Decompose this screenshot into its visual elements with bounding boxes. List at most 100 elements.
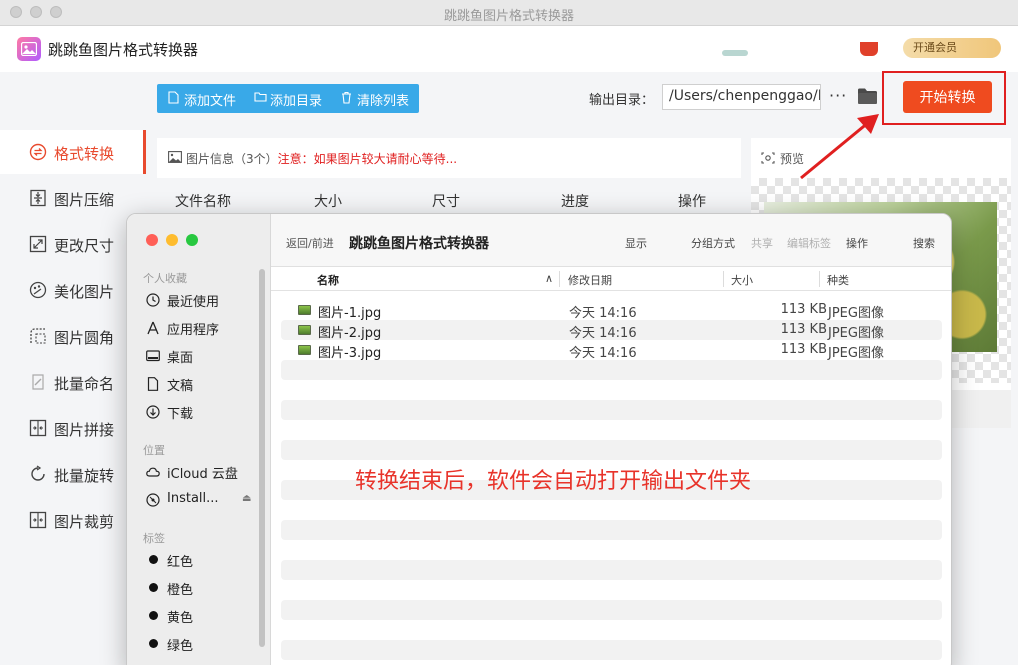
empty-row-stripe — [281, 520, 942, 540]
file-date: 今天 14:16 — [569, 306, 637, 321]
finder-item-applications[interactable]: 应用程序 — [146, 318, 261, 338]
edit-tags-button[interactable]: 编辑标签 — [787, 235, 831, 251]
finder-item-label: 桌面 — [167, 351, 194, 366]
resize-icon — [29, 235, 47, 253]
app-header: 跳跳鱼图片格式转换器 开通会员 — [0, 26, 1018, 72]
file-kind: JPEG图像 — [828, 326, 884, 341]
file-row[interactable]: 图片-1.jpg 今天 14:16 113 KB JPEG图像 — [281, 300, 942, 321]
column-date[interactable]: 修改日期 — [568, 272, 612, 288]
file-toolbar: 添加文件 添加目录 清除列表 — [157, 84, 419, 113]
window-title: 跳跳鱼图片格式转换器 — [443, 9, 574, 24]
finder-tag-yellow[interactable]: 黄色 — [146, 606, 261, 626]
search-button[interactable]: 搜索 — [913, 235, 935, 251]
finder-tag-green[interactable]: 绿色 — [146, 634, 261, 654]
empty-row-stripe — [281, 600, 942, 620]
file-kind: JPEG图像 — [828, 306, 884, 321]
group-by-button[interactable]: 分组方式 — [691, 235, 735, 251]
file-name: 图片-3.jpg — [318, 346, 382, 361]
file-date: 今天 14:16 — [569, 326, 637, 341]
folder-icon — [254, 92, 267, 102]
annotation-arrow-icon — [800, 114, 879, 180]
window-titlebar: 跳跳鱼图片格式转换器 — [0, 0, 1018, 26]
finder-sidebar: 个人收藏 最近使用 应用程序 桌面 文稿 下载 位置 iCloud 云盘 Ins… — [127, 214, 271, 665]
finder-item-label: 文稿 — [167, 379, 194, 394]
annotation-text: 转换结束后，软件会自动打开输出文件夹 — [355, 469, 752, 494]
finder-item-recents[interactable]: 最近使用 — [146, 290, 261, 310]
empty-row-stripe — [281, 560, 942, 580]
gift-icon[interactable] — [860, 42, 878, 56]
sidebar-item-round-corner[interactable]: 图片圆角 — [0, 314, 146, 358]
file-name: 图片-1.jpg — [318, 306, 382, 321]
finder-tag-orange[interactable]: 橙色 — [146, 578, 261, 598]
finder-minimize-icon[interactable] — [166, 234, 178, 246]
add-directory-button[interactable]: 添加目录 — [254, 90, 322, 109]
finder-item-install[interactable]: Install... ⏏ — [146, 490, 261, 510]
open-folder-icon[interactable] — [857, 87, 878, 109]
finder-sidebar-scrollbar[interactable] — [259, 269, 265, 647]
share-button[interactable]: 共享 — [751, 235, 773, 251]
file-name: 图片-2.jpg — [318, 326, 382, 341]
round-corner-icon — [30, 328, 46, 344]
file-size: 113 KB — [780, 302, 827, 317]
output-dir-input[interactable]: /Users/chenpenggao/D — [662, 84, 821, 110]
clear-list-label: 清除列表 — [357, 94, 410, 109]
finder-item-icloud[interactable]: iCloud 云盘 — [146, 462, 261, 482]
sidebar-item-label: 更改尺寸 — [54, 237, 115, 255]
finder-item-label: 黄色 — [167, 611, 194, 626]
finder-item-downloads[interactable]: 下载 — [146, 402, 261, 422]
column-size[interactable]: 大小 — [731, 272, 753, 288]
sidebar: 格式转换 图片压缩 更改尺寸 美化图片 图片圆角 批量命名 图片拼接 批量旋转 … — [0, 130, 146, 665]
add-file-label: 添加文件 — [184, 94, 237, 109]
add-file-button[interactable]: 添加文件 — [168, 90, 236, 109]
compress-icon — [30, 189, 46, 207]
file-kind: JPEG图像 — [828, 346, 884, 361]
sidebar-item-resize[interactable]: 更改尺寸 — [0, 222, 146, 266]
tag-dot-icon — [149, 611, 158, 620]
column-divider[interactable] — [819, 271, 820, 287]
image-info-panel: 图片信息（3个）注意：如果图片较大请耐心等待... — [157, 138, 741, 178]
finder-tag-red[interactable]: 红色 — [146, 550, 261, 570]
finder-zoom-icon[interactable] — [186, 234, 198, 246]
jpeg-file-icon — [298, 345, 311, 355]
back-forward-button[interactable]: 返回/前进 — [286, 235, 334, 251]
sidebar-item-beautify[interactable]: 美化图片 — [0, 268, 146, 312]
column-filename: 文件名称 — [175, 194, 231, 210]
file-row[interactable]: 图片-3.jpg 今天 14:16 113 KB JPEG图像 — [281, 340, 942, 361]
finder-item-desktop[interactable]: 桌面 — [146, 346, 261, 366]
finder-close-icon[interactable] — [146, 234, 158, 246]
column-name[interactable]: 名称 — [317, 272, 339, 288]
clear-list-button[interactable]: 清除列表 — [341, 90, 409, 109]
palette-icon — [29, 281, 47, 299]
sidebar-item-compress[interactable]: 图片压缩 — [0, 176, 146, 220]
column-size: 大小 — [314, 194, 342, 210]
rename-icon — [32, 374, 44, 390]
file-row[interactable]: 图片-2.jpg 今天 14:16 113 KB JPEG图像 — [281, 320, 942, 341]
applications-icon — [147, 321, 159, 335]
column-divider[interactable] — [559, 271, 560, 287]
sidebar-item-stitch[interactable]: 图片拼接 — [0, 406, 146, 450]
image-info-warning: 注意：如果图片较大请耐心等待... — [277, 152, 458, 166]
view-button[interactable]: 显示 — [625, 235, 647, 251]
convert-icon — [29, 143, 47, 161]
column-divider[interactable] — [723, 271, 724, 287]
action-button[interactable]: 操作 — [846, 235, 868, 251]
start-convert-button[interactable]: 开始转换 — [903, 81, 992, 113]
column-kind[interactable]: 种类 — [827, 272, 849, 288]
eject-icon[interactable]: ⏏ — [242, 493, 251, 504]
finder-item-documents[interactable]: 文稿 — [146, 374, 261, 394]
column-dimensions: 尺寸 — [432, 194, 460, 210]
empty-row-stripe — [281, 440, 942, 460]
more-options-button[interactable]: ··· — [829, 86, 847, 105]
sidebar-item-label: 图片裁剪 — [54, 513, 115, 531]
preview-icon — [761, 152, 775, 164]
clock-icon — [146, 293, 160, 307]
sidebar-item-rotate[interactable]: 批量旋转 — [0, 452, 146, 496]
sidebar-item-format-convert[interactable]: 格式转换 — [0, 130, 146, 174]
sidebar-item-batch-rename[interactable]: 批量命名 — [0, 360, 146, 404]
sidebar-item-crop[interactable]: 图片裁剪 — [0, 498, 146, 542]
file-size: 113 KB — [780, 342, 827, 357]
vip-badge[interactable]: 开通会员 — [903, 38, 1001, 58]
stitch-icon — [29, 419, 47, 437]
file-table-header: 文件名称 大小 尺寸 进度 操作 — [157, 178, 741, 218]
rotate-icon — [31, 465, 45, 481]
